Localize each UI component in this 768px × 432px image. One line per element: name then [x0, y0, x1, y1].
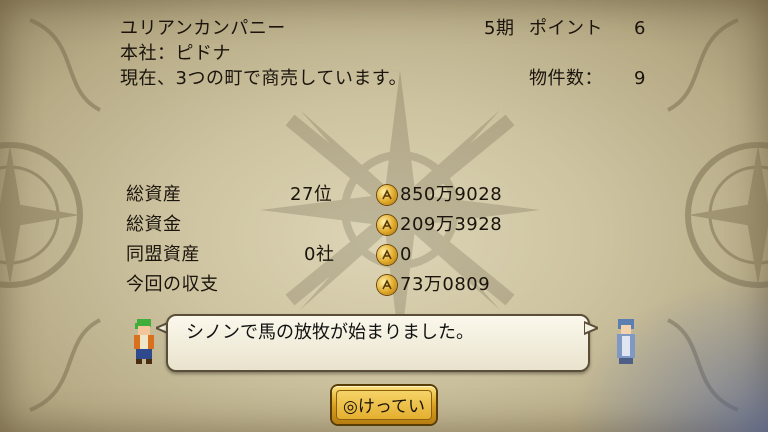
stat-value: 73万0809 [400, 274, 491, 295]
message-bubble: シノンで馬の放牧が始まりました。 [166, 314, 590, 372]
corner-light-tint [568, 272, 768, 432]
stat-label: 総資金 [126, 214, 182, 235]
message-text: シノンで馬の放牧が始まりました。 [186, 322, 474, 343]
stat-value: 850万9028 [400, 184, 503, 205]
confirm-button[interactable]: ◎けってい [332, 386, 436, 424]
aurum-coin-icon [377, 185, 397, 205]
company-status-screen: ユリアンカンパニー 本社：ピドナ 現在、3つの町で商売しています。 5期 ポイン… [0, 0, 768, 432]
stat-label: 同盟資産 [126, 244, 200, 265]
points-value: 6 [634, 18, 646, 39]
company-name: ユリアンカンパニー [120, 18, 286, 39]
properties-label: 物件数： [529, 68, 603, 89]
points-label: ポイント [529, 18, 603, 39]
confirm-button-label: ◎けってい [343, 397, 425, 417]
left-ornament [0, 18, 101, 412]
headquarters-label: 本社：ピドナ [120, 43, 231, 64]
stat-value: 0 [400, 244, 412, 265]
aurum-coin-icon [377, 245, 397, 265]
stat-label: 総資産 [126, 184, 182, 205]
stat-rank: 27位 [290, 184, 333, 205]
aurum-coin-icon [377, 275, 397, 295]
aurum-coin-icon [377, 215, 397, 235]
stat-value: 209万3928 [400, 214, 503, 235]
period-label: 5期 [484, 18, 515, 39]
stat-rank: 0社 [304, 244, 335, 265]
bubble-tail-right [584, 320, 598, 336]
right-character-portrait [617, 319, 635, 364]
properties-value: 9 [634, 68, 646, 89]
confirm-button-face[interactable]: ◎けってい [336, 390, 432, 420]
stat-label: 今回の収支 [126, 274, 219, 295]
company-status-text: 現在、3つの町で商売しています。 [120, 68, 408, 89]
